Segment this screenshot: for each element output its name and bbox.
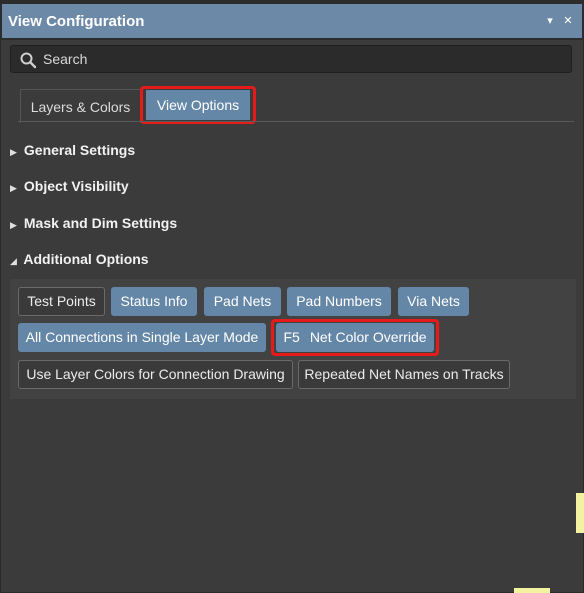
use-layer-colors-toggle[interactable]: Use Layer Colors for Connection Drawing [18,360,293,389]
expand-caret-icon: ▶ [10,220,17,230]
tab-view-options[interactable]: View Options [146,90,250,120]
via-nets-toggle[interactable]: Via Nets [398,287,469,316]
all-connections-single-layer-toggle[interactable]: All Connections in Single Layer Mode [18,323,266,352]
section-general-settings[interactable]: ▶ General Settings [10,138,135,162]
background-edge-fragment [514,588,550,593]
shortcut-key-label: F5 [283,329,300,345]
title-bar-fill: View Configuration ▾ ✕ [2,4,582,38]
status-info-toggle[interactable]: Status Info [111,287,197,316]
test-points-toggle[interactable]: Test Points [18,287,105,316]
expand-caret-icon: ▶ [10,183,17,193]
background-edge-fragment [576,493,584,533]
tab-layers-colors[interactable]: Layers & Colors [20,89,141,123]
section-label: Object Visibility [23,178,129,194]
pad-numbers-toggle[interactable]: Pad Numbers [287,287,391,316]
section-label: Additional Options [23,251,149,267]
section-label: Mask and Dim Settings [23,215,178,231]
collapse-caret-icon: ◢ [10,256,17,266]
net-color-override-label: Net Color Override [309,329,427,345]
section-label: General Settings [23,142,136,158]
pad-nets-toggle[interactable]: Pad Nets [204,287,281,316]
expand-caret-icon: ▶ [10,147,17,157]
net-color-override-toggle[interactable]: F5 Net Color Override [276,323,434,352]
section-mask-dim-settings[interactable]: ▶ Mask and Dim Settings [10,211,177,235]
panel-title: View Configuration [8,13,145,30]
view-configuration-panel: View Configuration ▾ ✕ Layers & Colors V… [0,0,584,593]
tab-divider [18,121,574,122]
panel-menu-icon[interactable]: ▾ [543,4,557,38]
section-object-visibility[interactable]: ▶ Object Visibility [10,174,129,198]
title-bar: View Configuration ▾ ✕ [0,0,584,40]
search-icon [20,52,37,69]
search-input[interactable] [43,46,543,72]
close-icon[interactable]: ✕ [561,4,575,38]
search-box[interactable] [10,45,572,73]
section-additional-options[interactable]: ◢ Additional Options [10,247,149,271]
repeated-net-names-toggle[interactable]: Repeated Net Names on Tracks [298,360,510,389]
